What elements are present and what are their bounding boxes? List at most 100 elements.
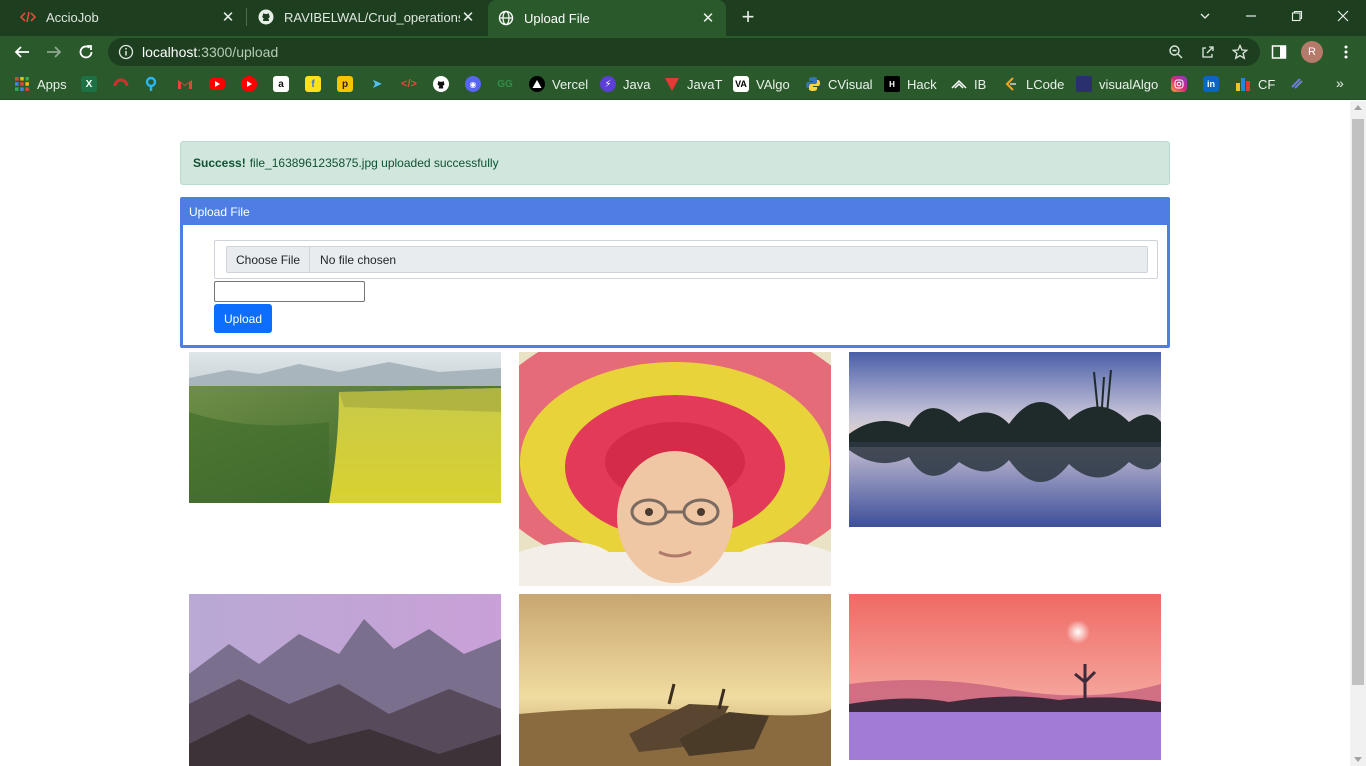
gallery-image-field [189, 352, 501, 503]
amazon-icon: a [273, 76, 289, 92]
browser-toolbar: localhost:3300/upload R [0, 36, 1366, 68]
alert-message: file_1638961235875.jpg uploaded successf… [249, 156, 499, 170]
gallery-image-woman-hat [519, 352, 831, 586]
github-icon [433, 76, 449, 92]
choose-file-button[interactable]: Choose File [227, 247, 311, 272]
bookmark-discord[interactable]: ◉ [465, 76, 481, 92]
scroll-up-icon[interactable] [1354, 105, 1362, 110]
bookmark-amazon[interactable]: a [273, 76, 289, 92]
ib-icon [951, 76, 967, 92]
tab-upload-file[interactable]: Upload File ✕ [488, 0, 726, 36]
leetcode-icon [1003, 76, 1019, 92]
bookmark-vercel[interactable]: Vercel [529, 76, 588, 92]
success-alert: Success! file_1638961235875.jpg uploaded… [180, 141, 1170, 185]
share-icon[interactable] [1200, 44, 1216, 60]
instagram-icon [1171, 76, 1187, 92]
avatar[interactable]: R [1301, 41, 1323, 63]
bookmark-p[interactable]: p [337, 76, 353, 92]
bookmark-blue[interactable] [145, 76, 161, 92]
zoom-icon[interactable] [1168, 44, 1184, 60]
address-bar[interactable]: localhost:3300/upload [108, 38, 1260, 66]
visualalgo-icon [1076, 76, 1092, 92]
gallery-image-pink-sunset [849, 594, 1161, 760]
bookmark-gfg[interactable]: GG [497, 76, 513, 92]
bookmark-cf[interactable]: CF [1235, 76, 1275, 92]
text-input[interactable] [214, 281, 365, 302]
bookmark-valgo[interactable]: VA VAlgo [733, 76, 790, 92]
url-text: localhost:3300/upload [142, 44, 279, 60]
bookmark-cvisual[interactable]: CVisual [805, 76, 873, 92]
bookmark-excel[interactable]: X [81, 76, 97, 92]
flipkart-icon: f [305, 76, 321, 92]
page-scrollbar[interactable] [1350, 101, 1366, 766]
scrollbar-thumb[interactable] [1352, 119, 1364, 685]
bookmark-visualalgo[interactable]: visualAlgo [1076, 76, 1158, 92]
star-icon[interactable] [1231, 43, 1249, 60]
bookmark-code[interactable]: </> [401, 76, 417, 92]
bookmark-red[interactable] [113, 76, 129, 92]
p-icon: p [337, 76, 353, 92]
tab-acciojob[interactable]: AccioJob ✕ [0, 0, 246, 34]
scroll-down-icon[interactable] [1354, 757, 1362, 762]
alert-strong: Success! [193, 156, 246, 170]
bookmark-link[interactable] [1289, 76, 1305, 92]
bookmark-instagram[interactable] [1171, 76, 1187, 92]
bookmark-ib[interactable]: IB [951, 76, 986, 92]
upload-card: Upload File Choose File No file chosen U… [180, 197, 1170, 348]
bookmark-youtube[interactable] [209, 76, 225, 92]
globe-icon [498, 10, 514, 26]
close-icon[interactable]: ✕ [700, 10, 716, 27]
bookmark-linkedin[interactable]: in [1203, 76, 1219, 92]
tab-title: AccioJob [46, 9, 99, 25]
tab-strip: AccioJob ✕ RAVIBELWAL/Crud_operations_Ex… [0, 0, 1366, 36]
close-icon[interactable]: ✕ [220, 9, 236, 26]
gallery-image-boat [519, 594, 831, 766]
bookmark-flipkart[interactable]: f [305, 76, 321, 92]
new-tab-icon[interactable]: + [737, 6, 759, 28]
close-icon[interactable]: ✕ [460, 9, 476, 26]
tab-title: RAVIBELWAL/Crud_operations_Ex [284, 9, 460, 25]
tab-github[interactable]: RAVIBELWAL/Crud_operations_Ex ✕ [248, 0, 486, 34]
github-icon [258, 9, 274, 25]
bookmark-javat[interactable]: JavaT [664, 76, 722, 92]
vercel-icon [529, 76, 545, 92]
restore-icon[interactable] [1274, 0, 1320, 32]
bookmark-gmail[interactable] [177, 76, 193, 92]
bookmark-apps[interactable]: Apps [14, 76, 67, 92]
javat-icon [664, 76, 680, 92]
bookmark-github[interactable] [433, 76, 449, 92]
tab-separator [246, 8, 247, 26]
bookmark-java[interactable]: ⚡ Java [600, 76, 650, 92]
tab-search-icon[interactable] [1182, 0, 1228, 32]
bookmark-lcode[interactable]: LCode [1003, 76, 1064, 92]
minimize-icon[interactable] [1228, 0, 1274, 32]
file-input[interactable]: Choose File No file chosen [226, 246, 1148, 273]
bookmark-arrow[interactable]: ➤ [369, 76, 385, 92]
close-window-icon[interactable] [1320, 0, 1366, 32]
info-icon[interactable] [118, 44, 134, 60]
discord-icon: ◉ [465, 76, 481, 92]
red-icon [113, 76, 129, 92]
link-icon [1289, 76, 1305, 92]
code-brackets-icon [20, 9, 36, 25]
java-icon: ⚡ [600, 76, 616, 92]
file-status-text: No file chosen [320, 252, 397, 267]
bookmarks-overflow-icon[interactable]: » [1336, 75, 1344, 91]
codeforces-icon [1235, 76, 1251, 92]
bookmark-hack[interactable]: H Hack [884, 76, 937, 92]
linkedin-icon: in [1203, 76, 1219, 92]
reload-icon[interactable] [74, 40, 98, 64]
bookmarks-bar: Apps X a f p ➤ </> ◉ GG Vercel ⚡ Java Ja… [0, 68, 1366, 100]
forward-icon[interactable] [42, 40, 66, 64]
gallery-image-mountains [189, 594, 501, 766]
side-panel-icon[interactable] [1271, 44, 1287, 60]
kebab-menu-icon[interactable] [1338, 44, 1354, 60]
gallery-image-lake-trees [849, 352, 1161, 527]
gfg-icon: GG [497, 78, 513, 90]
bookmark-youtube-music[interactable] [241, 76, 257, 92]
upload-button[interactable]: Upload [214, 304, 272, 333]
back-icon[interactable] [10, 40, 34, 64]
apps-grid-icon [14, 76, 30, 92]
tab-title: Upload File [524, 10, 590, 26]
hack-icon: H [884, 76, 900, 92]
